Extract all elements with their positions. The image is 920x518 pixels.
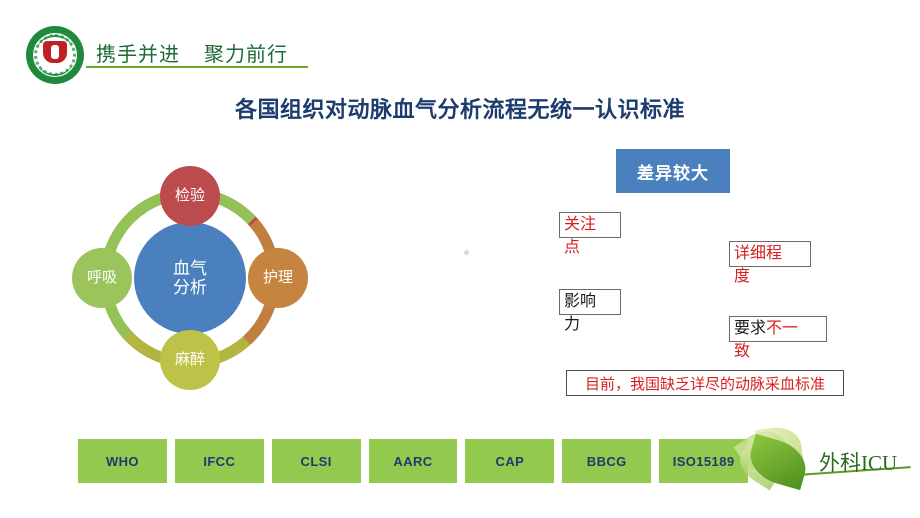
cycle-node-respiration: 呼吸	[72, 248, 132, 308]
organization-chip-row: WHO IFCC CLSI AARC CAP BBCG ISO15189	[78, 439, 749, 483]
org-chip-label: ISO15189	[672, 453, 735, 469]
page-title: 各国组织对动脉血气分析流程无统一认识标准	[234, 97, 685, 122]
emblem-red-shield	[43, 41, 67, 63]
label-influence-text-b: 力	[564, 316, 581, 333]
cycle-node-label: 麻醉	[174, 350, 205, 368]
callout-label: 差异较大	[637, 163, 709, 183]
org-chip-label: BBCG	[586, 453, 627, 469]
hospital-emblem-icon	[26, 26, 84, 84]
conclusion-banner-text: 目前，我国缺乏详尽的动脉采血标准	[584, 375, 825, 393]
org-chip-clsi[interactable]: CLSI	[271, 439, 361, 483]
callout-large-variance: 差异较大	[616, 149, 730, 193]
header-rule-divider	[86, 66, 308, 68]
org-chip-cap[interactable]: CAP	[465, 439, 555, 483]
cycle-center-label-line1: 血气	[173, 258, 207, 278]
label-requirement-text-red-a: 不一	[766, 320, 799, 337]
cycle-node-anesthesia: 麻醉	[160, 330, 220, 390]
label-requirement-text-red-b: 致	[734, 343, 751, 360]
org-chip-label: IFCC	[203, 453, 236, 469]
org-chip-ifcc[interactable]: IFCC	[174, 439, 264, 483]
label-requirement-text-black: 要求	[734, 320, 767, 337]
org-chip-who[interactable]: WHO	[78, 439, 167, 483]
cycle-center-node: 血气 分析	[134, 222, 246, 334]
cycle-diagram: 血气 分析 检验 护理 麻醉 呼吸	[72, 166, 308, 390]
leaf-shape-front	[744, 433, 812, 491]
slide-canvas: 携手并进 聚力前行 各国组织对动脉血气分析流程无统一认识标准 血气 分析 检验 …	[0, 0, 920, 518]
label-focus-point-text-a: 关注	[564, 216, 597, 233]
org-chip-label: AARC	[393, 453, 433, 469]
cycle-node-label: 检验	[174, 186, 205, 204]
label-focus-point-text-b: 点	[564, 239, 581, 256]
org-chip-label: WHO	[105, 453, 139, 469]
label-detail-level-text-a: 详细程	[734, 245, 783, 262]
cycle-center-label-line2: 分析	[173, 278, 207, 297]
org-chip-aarc[interactable]: AARC	[368, 439, 458, 483]
header-slogan: 携手并进 聚力前行	[96, 44, 288, 66]
cycle-node-inspection: 检验	[160, 166, 220, 226]
label-influence-text-a: 影响	[564, 293, 597, 310]
org-chip-label: CLSI	[300, 453, 332, 469]
org-chip-bbcg[interactable]: BBCG	[562, 439, 652, 483]
org-chip-label: CAP	[495, 453, 525, 469]
green-leaves-icon: 外科ICU	[732, 421, 915, 493]
cycle-node-label: 呼吸	[86, 268, 117, 286]
slide-center-marker	[464, 250, 469, 255]
conclusion-banner: 目前，我国缺乏详尽的动脉采血标准	[566, 370, 844, 396]
footer-logo-text: 外科ICU	[819, 451, 898, 475]
cycle-node-label: 护理	[262, 268, 293, 286]
cycle-node-nursing: 护理	[248, 248, 308, 308]
label-detail-level-text-b: 度	[734, 268, 751, 285]
